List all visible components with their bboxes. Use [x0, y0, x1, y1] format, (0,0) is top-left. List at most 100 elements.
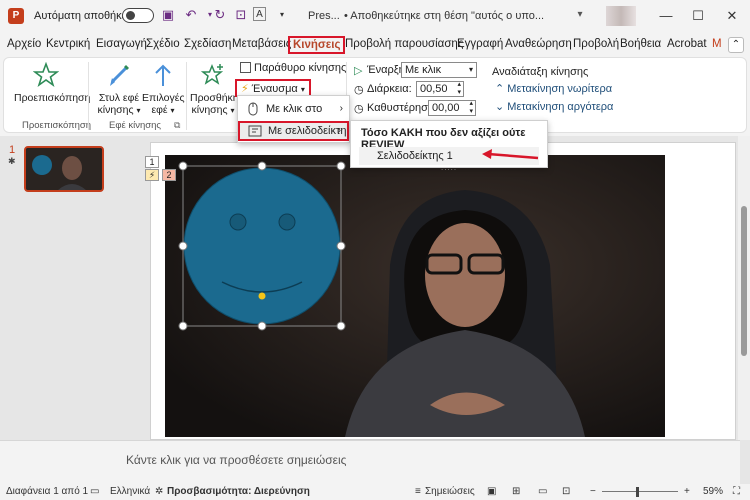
- move-later-button[interactable]: ⌄ Μετακίνηση αργότερα: [495, 100, 613, 113]
- accessibility-icon: ✲: [155, 486, 164, 497]
- on-click-label: Με κλικ στο: [266, 103, 323, 115]
- menu-item-on-click[interactable]: Με κλικ στο ›: [238, 99, 349, 119]
- thumbnail-image: [26, 148, 102, 190]
- on-bookmark-label: Με σελιδοδείκτη: [268, 125, 347, 137]
- account-avatar[interactable]: [606, 6, 636, 26]
- animation-pane-label: Παράθυρο κίνησης: [254, 62, 347, 74]
- chevron-up-icon: ⌃: [495, 83, 505, 95]
- spellcheck-icon[interactable]: ▭: [90, 484, 99, 500]
- vertical-scrollbar[interactable]: [738, 136, 750, 440]
- customize-toolbar-icon[interactable]: ▾: [274, 7, 290, 23]
- tab-draw[interactable]: Σχεδίαση: [184, 38, 231, 50]
- tab-acrobat[interactable]: Acrobat: [667, 38, 707, 50]
- save-status: • Αποθηκεύτηκε στη θέση "αυτός ο υπο...: [344, 10, 545, 22]
- undo-icon[interactable]: ↶: [183, 7, 199, 23]
- status-bar: Διαφάνεια 1 από 1 ▭ Ελληνικά ✲ Προσβασιμ…: [0, 484, 750, 500]
- slide-info[interactable]: Διαφάνεια 1 από 1: [6, 484, 88, 500]
- delay-label: Καθυστέρηση:: [367, 102, 438, 114]
- menu-item-on-bookmark[interactable]: Με σελιδοδείκτη ›: [238, 121, 349, 141]
- annotation-arrow-icon: [482, 149, 539, 160]
- smiley-shape[interactable]: [175, 160, 355, 332]
- motion-style-button[interactable]: Στυλ εφέ κίνησης ▾: [96, 62, 142, 117]
- animation-tag-2[interactable]: 2: [162, 169, 176, 181]
- save-icon[interactable]: ▣: [160, 7, 176, 23]
- add-motion-label-2: κίνησης: [191, 104, 228, 116]
- duration-label: Διάρκεια:: [367, 83, 412, 95]
- trigger-tag-icon[interactable]: ⚡: [145, 169, 159, 181]
- minimize-button[interactable]: —: [655, 6, 677, 26]
- delay-icon: ◷: [354, 103, 364, 115]
- tab-slideshow[interactable]: Προβολή παρουσίασης: [345, 38, 463, 50]
- title-dropdown-icon[interactable]: ▾: [572, 7, 588, 23]
- reading-view-icon[interactable]: ▭: [538, 484, 547, 500]
- motion-effects-group-label: Εφέ κίνησης: [109, 120, 161, 131]
- ribbon-tabs: Αρχείο Κεντρική Εισαγωγή Σχέδιο Σχεδίαση…: [0, 34, 750, 56]
- animation-pane-icon: [240, 62, 251, 73]
- tab-file[interactable]: Αρχείο: [7, 38, 41, 50]
- animation-pane-button[interactable]: Παράθυρο κίνησης: [240, 62, 346, 74]
- tab-more[interactable]: M: [712, 38, 722, 50]
- dialog-launcher-icon[interactable]: ⧉: [174, 120, 180, 131]
- start-select[interactable]: Με κλικ ▾: [401, 62, 477, 78]
- zoom-slider-thumb[interactable]: [636, 487, 639, 497]
- move-earlier-button[interactable]: ⌃ Μετακίνηση νωρίτερα: [495, 82, 612, 95]
- reorder-title: Αναδιάταξη κίνησης: [492, 66, 589, 78]
- tab-review[interactable]: Αναθεώρηση: [505, 38, 572, 50]
- redo-icon[interactable]: ↻: [212, 7, 228, 23]
- start-icon: ▷: [354, 65, 363, 77]
- tab-record[interactable]: Εγγραφή: [457, 38, 503, 50]
- ribbon-collapse-button[interactable]: ⌃: [728, 37, 744, 53]
- tab-animations[interactable]: Κινήσεις: [288, 36, 346, 54]
- up-arrow-icon: [155, 64, 171, 86]
- resize-grip[interactable]: .....: [441, 163, 457, 172]
- slideshow-icon[interactable]: ⊡: [233, 7, 249, 23]
- lightning-icon: ⚡: [241, 83, 249, 95]
- slide-sorter-icon[interactable]: ⊞: [512, 484, 520, 500]
- delay-value: 00,00: [432, 102, 460, 114]
- tab-design[interactable]: Σχέδιο: [146, 38, 180, 50]
- add-motion-label-1: Προσθήκη: [190, 92, 239, 104]
- zoom-level[interactable]: 59%: [703, 484, 723, 500]
- animation-star-icon: ✱: [8, 156, 16, 166]
- tab-transitions[interactable]: Μεταβάσεις: [232, 38, 291, 50]
- animation-tag-1[interactable]: 1: [145, 156, 159, 168]
- autosave-toggle[interactable]: [122, 8, 154, 23]
- notes-button[interactable]: Σημειώσεις: [425, 484, 475, 500]
- zoom-out-button[interactable]: −: [590, 484, 596, 500]
- add-motion-button[interactable]: Προσθήκη κίνησης ▾: [190, 62, 239, 117]
- chevron-down-icon: ▾: [300, 85, 305, 94]
- effect-options-button[interactable]: Επιλογές εφέ ▾: [142, 62, 185, 117]
- zoom-in-button[interactable]: +: [684, 484, 690, 500]
- accessibility-status[interactable]: Προσβασιμότητα: Διερεύνηση: [167, 484, 310, 500]
- slideshow-view-icon[interactable]: ⊡: [562, 484, 570, 500]
- tab-help[interactable]: Βοήθεια: [620, 38, 661, 50]
- duration-field[interactable]: 00,50 ▴ ▾: [416, 81, 464, 97]
- language-label[interactable]: Ελληνικά: [110, 484, 150, 500]
- slide-thumbnail[interactable]: [24, 146, 104, 192]
- delay-field[interactable]: 00,00 ▴ ▾: [428, 100, 476, 116]
- maximize-button[interactable]: ☐: [687, 6, 709, 26]
- notes-placeholder: Κάντε κλικ για να προσθέσετε σημειώσεις: [126, 453, 347, 467]
- close-button[interactable]: ✕: [721, 6, 743, 26]
- slide-number: 1: [9, 144, 16, 156]
- preview-button[interactable]: Προεπισκόπηση: [14, 62, 90, 104]
- zoom-slider[interactable]: [602, 491, 678, 492]
- tab-home[interactable]: Κεντρική: [46, 38, 90, 50]
- font-icon[interactable]: A: [253, 7, 266, 21]
- notes-pane[interactable]: Κάντε κλικ για να προσθέσετε σημειώσεις: [0, 440, 740, 484]
- effect-options-label-2: εφέ: [151, 104, 168, 116]
- effect-options-label-1: Επιλογές: [142, 92, 185, 104]
- move-earlier-label: Μετακίνηση νωρίτερα: [507, 83, 613, 95]
- trigger-menu: Με κλικ στο › Με σελιδοδείκτη ›: [237, 95, 350, 143]
- tab-view[interactable]: Προβολή: [573, 38, 619, 50]
- preview-label: Προεπισκόπηση: [14, 92, 91, 104]
- duration-value: 00,50: [420, 83, 448, 95]
- tab-insert[interactable]: Εισαγωγή: [96, 38, 147, 50]
- motion-style-icon: [110, 65, 129, 86]
- powerpoint-logo-icon: P: [8, 8, 24, 24]
- move-later-label: Μετακίνηση αργότερα: [507, 101, 614, 113]
- normal-view-icon[interactable]: ▣: [487, 484, 496, 500]
- chevron-right-icon: ›: [337, 125, 341, 136]
- start-select-value: Με κλικ: [405, 64, 442, 76]
- fit-to-window-icon[interactable]: ⛶: [733, 484, 740, 500]
